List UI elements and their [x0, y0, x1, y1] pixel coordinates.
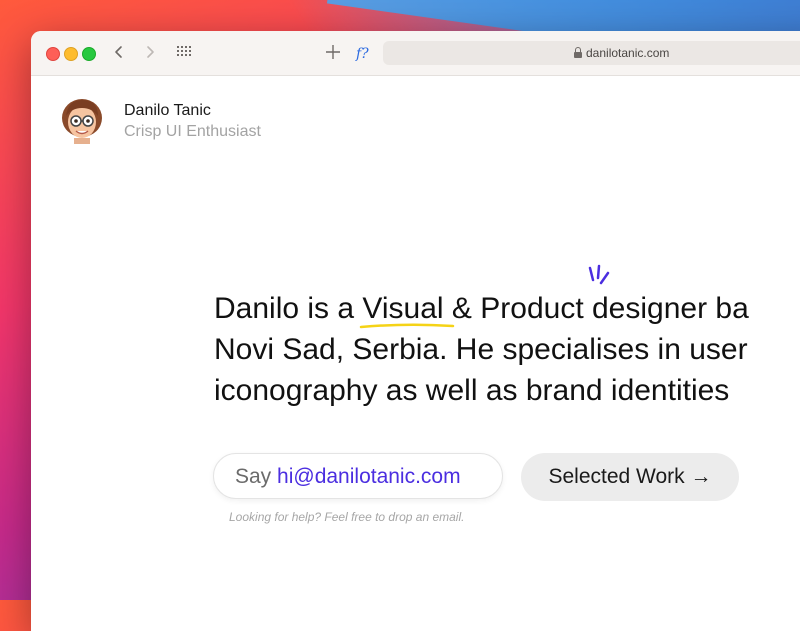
- hero-line-2: Novi Sad, Serbia. He specialises in user: [214, 333, 748, 366]
- extension-button[interactable]: f?: [356, 43, 369, 65]
- hero-text: Danilo is a: [214, 292, 363, 325]
- hero-text: &: [443, 292, 481, 325]
- zoom-window-button[interactable]: [82, 47, 96, 61]
- visual-word: Visual: [360, 288, 455, 329]
- hero-line-3: iconography as well as brand identities: [214, 374, 730, 407]
- url-text: danilotanic.com: [586, 46, 670, 60]
- chevron-right-icon[interactable]: [145, 41, 155, 68]
- lock-icon: [574, 47, 582, 58]
- profile-name: Danilo Tanic: [124, 102, 211, 119]
- browser-window: f? danilotanic.com Danilo Tanic Crisp UI…: [31, 31, 800, 631]
- hero-intro: Danilo is a Visual & Product designer ba…: [214, 264, 800, 411]
- grid-icon[interactable]: [177, 46, 193, 58]
- close-window-button[interactable]: [46, 47, 60, 61]
- chevron-left-icon[interactable]: [114, 41, 124, 68]
- address-bar[interactable]: danilotanic.com: [383, 41, 800, 65]
- highlight-underline: [360, 323, 455, 329]
- email-button[interactable]: Say hi@danilotanic.com: [213, 453, 503, 499]
- profile-role: Crisp UI Enthusiast: [124, 123, 261, 140]
- hero-line-1: Danilo is a Visual & Product designer ba: [214, 264, 800, 329]
- visual-text: Visual: [362, 292, 444, 325]
- minimize-window-button[interactable]: [64, 47, 78, 61]
- product-word: Product: [480, 264, 610, 329]
- email-prefix: Say: [235, 465, 278, 488]
- selected-work-button[interactable]: Selected Work →: [521, 453, 739, 501]
- product-text: Product: [480, 292, 584, 325]
- sparkle-icon: [589, 264, 610, 285]
- email-link[interactable]: hi@danilotanic.com: [277, 465, 461, 488]
- avatar[interactable]: [58, 96, 106, 144]
- help-text: Looking for help? Feel free to drop an e…: [229, 510, 465, 524]
- browser-toolbar: f? danilotanic.com: [31, 31, 800, 76]
- plus-icon[interactable]: [326, 41, 340, 68]
- hero-text: designer ba: [583, 292, 749, 325]
